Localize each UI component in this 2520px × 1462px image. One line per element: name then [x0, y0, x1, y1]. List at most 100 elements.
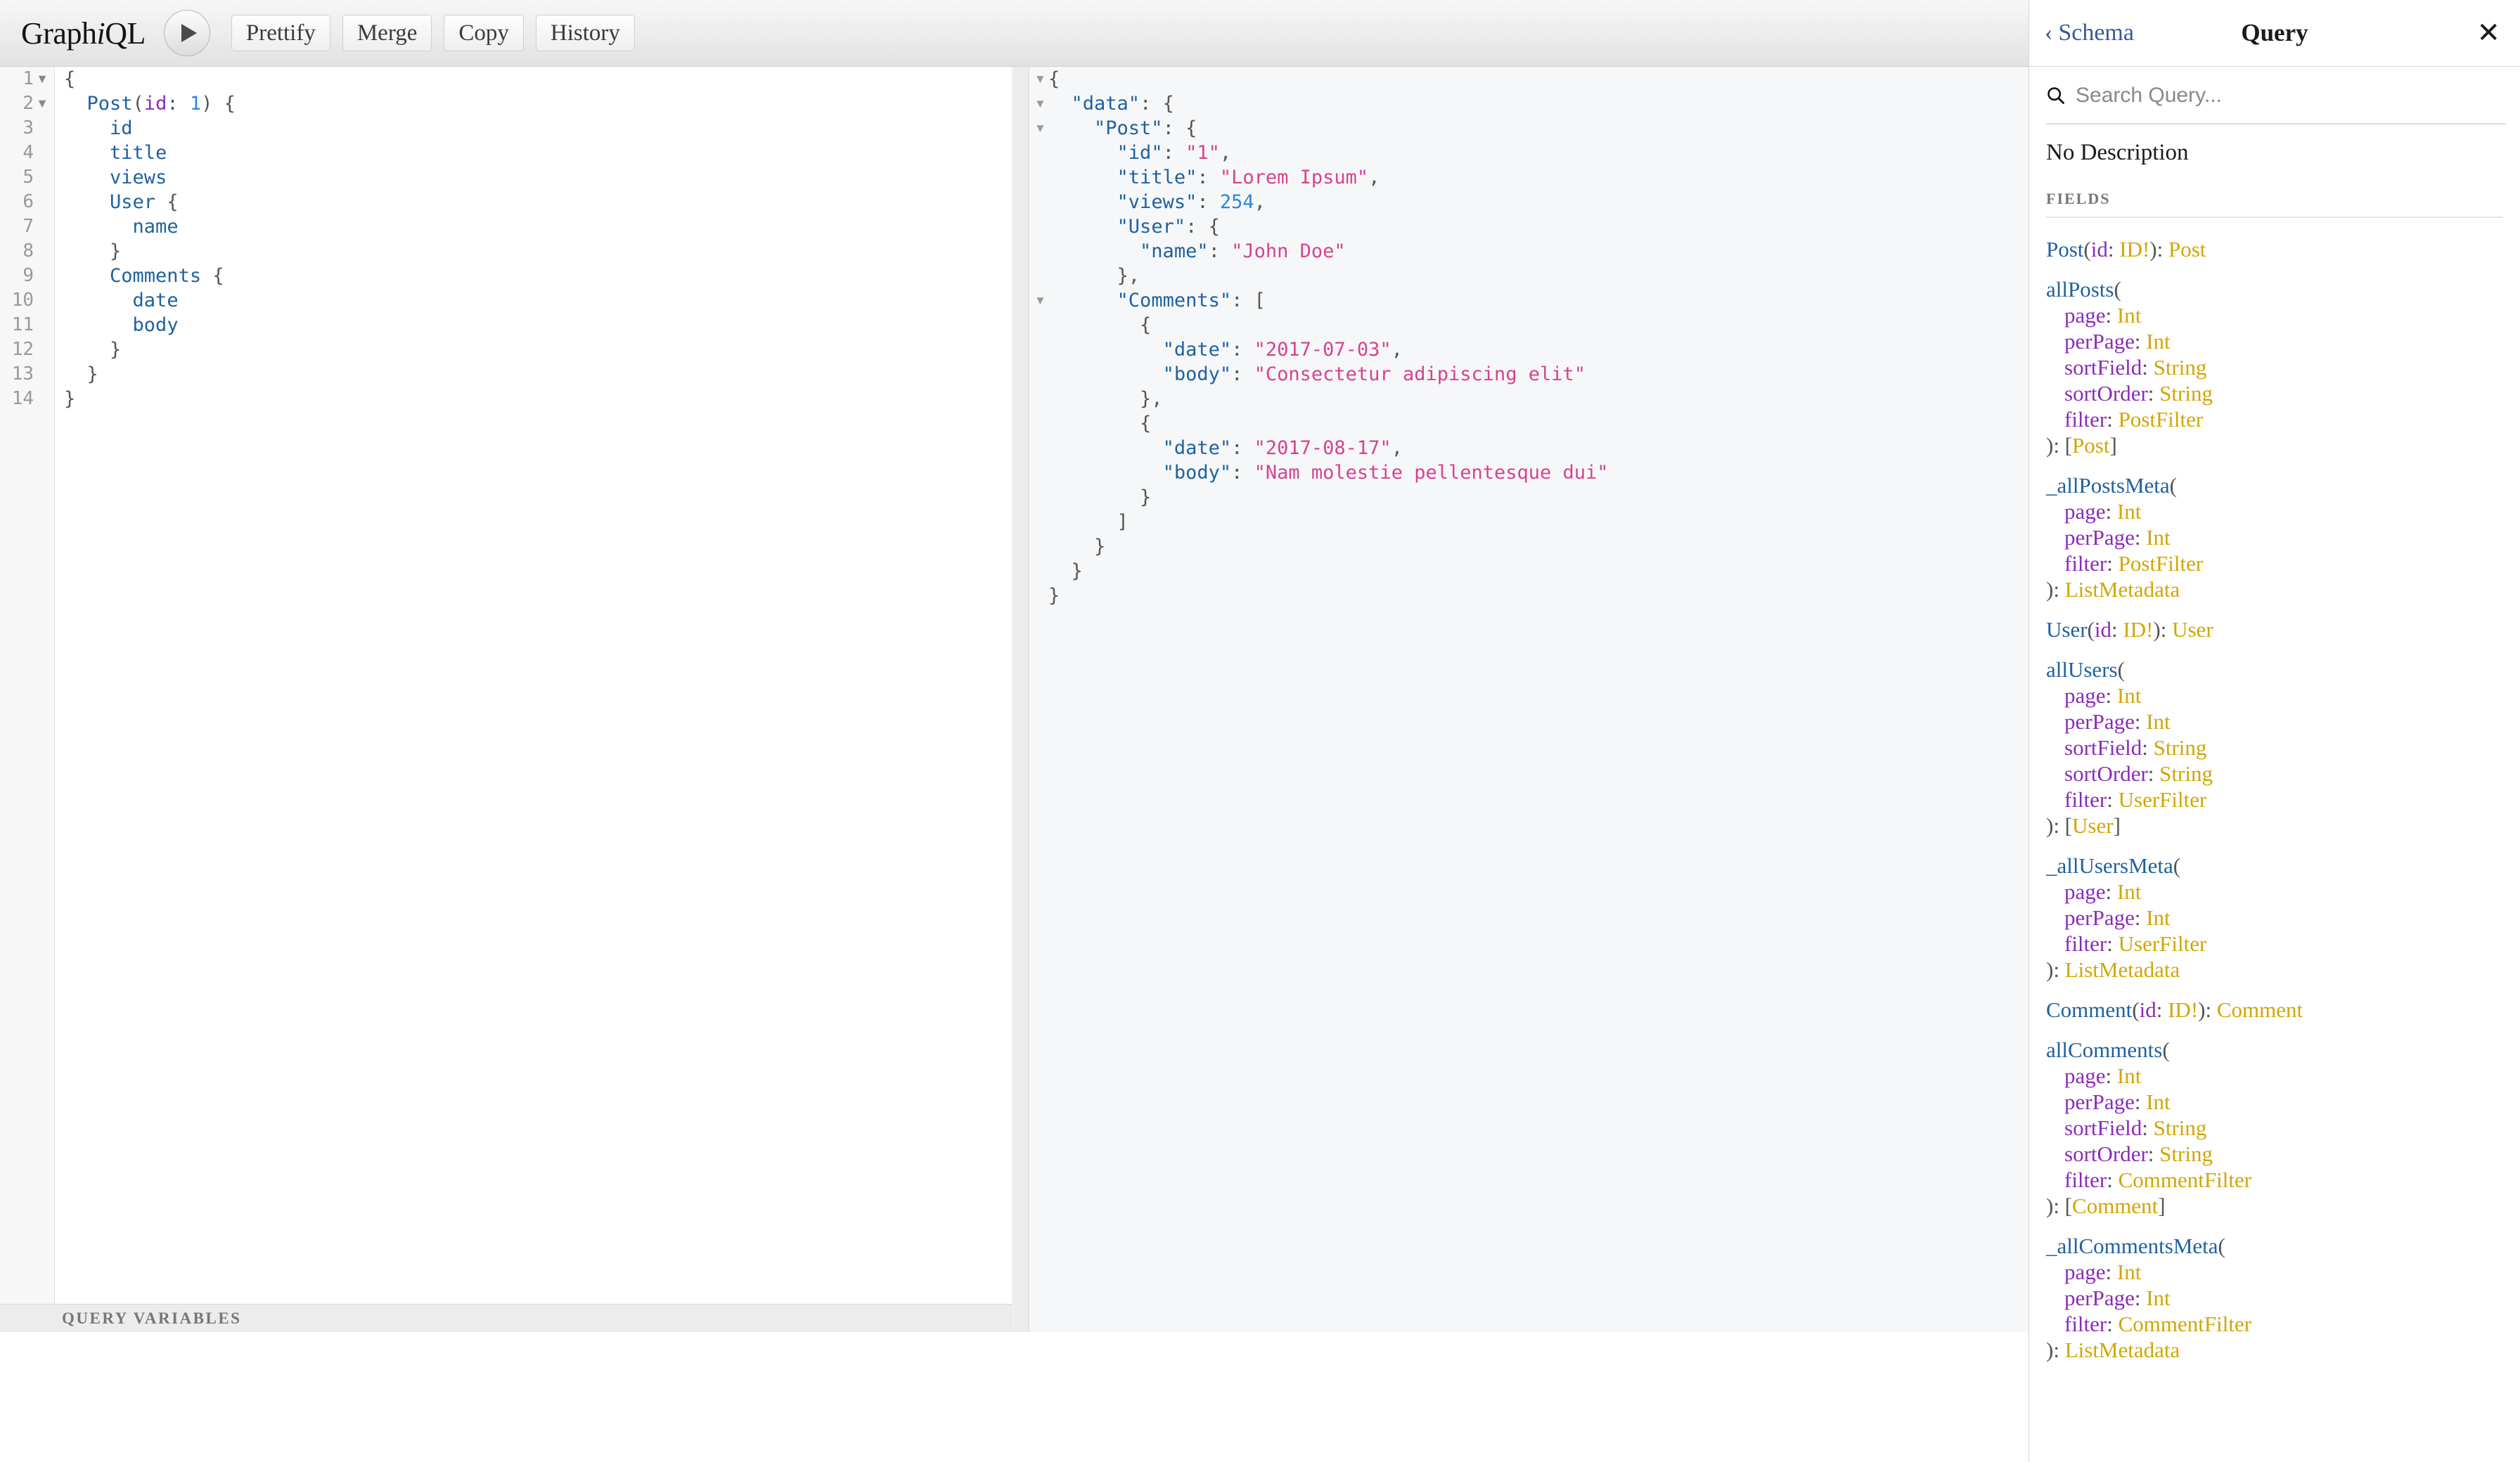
query-variables-bar[interactable]: QUERY VARIABLES — [0, 1304, 1012, 1332]
field-argument[interactable]: page: Int — [2064, 683, 2503, 709]
prettify-button[interactable]: Prettify — [231, 15, 330, 51]
token-field: User — [110, 191, 156, 213]
field-signature[interactable]: allUsers( — [2046, 656, 2503, 683]
field-arguments: page: Int perPage: Int sortField: String so… — [2046, 1063, 2503, 1193]
line-number: 3 — [22, 117, 34, 138]
pane-splitter[interactable] — [1013, 67, 1029, 1332]
merge-button[interactable]: Merge — [342, 15, 432, 51]
field-signature[interactable]: allComments( — [2046, 1037, 2503, 1063]
field-argument[interactable]: sortField: String — [2064, 354, 2503, 380]
token-key: "Comments" — [1117, 290, 1232, 311]
token-type: Post — [2072, 433, 2110, 458]
token-key: "name" — [1140, 240, 1209, 262]
field-argument[interactable]: perPage: Int — [2064, 1089, 2503, 1115]
field-argument[interactable]: perPage: Int — [2064, 524, 2503, 550]
field-argument[interactable]: filter: CommentFilter — [2064, 1311, 2503, 1337]
token-punc: : { — [1162, 117, 1197, 139]
fold-triangle-icon[interactable]: ▼ — [1034, 288, 1046, 313]
field-argument[interactable]: filter: UserFilter — [2064, 787, 2503, 813]
field-argument[interactable]: perPage: Int — [2064, 709, 2503, 735]
field-signature[interactable]: Post(id: ID!): Post — [2046, 236, 2503, 262]
token-arg: filter — [2064, 931, 2107, 956]
result-line: "name": "John Doe" — [1048, 239, 1609, 264]
token-arg: sortOrder — [2064, 1141, 2148, 1166]
token-arg: filter — [2064, 787, 2107, 812]
line-number: 9 — [22, 265, 34, 286]
query-editor-pane: 1▼2▼3▼4▼5▼6▼7▼8▼9▼10▼11▼12▼13▼14▼ { Post… — [0, 67, 1012, 1332]
token-arg: page — [2064, 303, 2106, 328]
field-argument[interactable]: filter: PostFilter — [2064, 550, 2503, 576]
field-return-type[interactable]: ): ListMetadata — [2046, 1337, 2503, 1363]
field-signature[interactable]: User(id: ID!): User — [2046, 616, 2503, 642]
field-argument[interactable]: sortField: String — [2064, 735, 2503, 761]
copy-button[interactable]: Copy — [444, 15, 524, 51]
code-line: } — [64, 337, 236, 362]
field-entry: allComments(page: Int perPage: Int sortFie… — [2046, 1037, 2503, 1219]
fold-triangle-icon[interactable]: ▼ — [36, 67, 49, 91]
token-punc: ): [ — [2046, 433, 2073, 458]
token-punc: ): — [2149, 237, 2168, 261]
field-argument[interactable]: filter: CommentFilter — [2064, 1167, 2503, 1193]
token-punc: { — [201, 265, 224, 287]
field-signature[interactable]: _allUsersMeta( — [2046, 853, 2503, 879]
field-return-type[interactable]: ): [User] — [2046, 813, 2503, 839]
fold-triangle-icon[interactable]: ▼ — [1034, 91, 1046, 116]
field-argument[interactable]: page: Int — [2064, 879, 2503, 905]
field-argument[interactable]: perPage: Int — [2064, 1285, 2503, 1311]
token-type: Post — [2168, 237, 2206, 261]
gutter-row: 11▼ — [0, 313, 54, 337]
field-entry: _allPostsMeta(page: Int perPage: Int filte… — [2046, 472, 2503, 602]
field-return-type[interactable]: ): ListMetadata — [2046, 576, 2503, 602]
logo-i: i — [96, 15, 105, 51]
field-argument[interactable]: perPage: Int — [2064, 328, 2503, 354]
token-key: "title" — [1117, 167, 1197, 188]
field-return-type[interactable]: ): [Comment] — [2046, 1193, 2503, 1219]
field-entry: Comment(id: ID!): Comment — [2046, 997, 2503, 1023]
field-signature[interactable]: _allPostsMeta( — [2046, 472, 2503, 498]
history-button[interactable]: History — [535, 15, 635, 51]
execute-query-button[interactable] — [163, 10, 210, 56]
token-type: String — [2153, 355, 2207, 380]
token-punc: : — [1197, 167, 1220, 188]
close-icon[interactable]: ✕ — [2476, 19, 2500, 47]
field-argument[interactable]: sortOrder: String — [2064, 380, 2503, 406]
field-return-type[interactable]: ): [Post] — [2046, 432, 2503, 458]
field-argument[interactable]: page: Int — [2064, 1063, 2503, 1089]
field-argument[interactable]: sortOrder: String — [2064, 761, 2503, 787]
token-arg: filter — [2064, 1312, 2107, 1336]
token-punc: ( — [2087, 617, 2095, 642]
field-argument[interactable]: page: Int — [2064, 498, 2503, 524]
token-name: Comment — [2046, 997, 2133, 1022]
field-signature[interactable]: _allCommentsMeta( — [2046, 1233, 2503, 1259]
search-input[interactable] — [2076, 84, 2469, 108]
field-signature[interactable]: Comment(id: ID!): Comment — [2046, 997, 2503, 1023]
field-argument[interactable]: sortField: String — [2064, 1115, 2503, 1141]
token-punc: : — [2105, 683, 2117, 708]
fold-spacer: ▼ — [36, 313, 49, 337]
field-argument[interactable]: page: Int — [2064, 1259, 2503, 1285]
fold-triangle-icon[interactable]: ▼ — [1034, 67, 1046, 91]
query-editor-code[interactable]: { Post(id: 1) { id title views User { na… — [56, 67, 236, 411]
token-arg: id — [2139, 997, 2156, 1022]
field-signature[interactable]: allPosts( — [2046, 276, 2503, 302]
query-editor[interactable]: 1▼2▼3▼4▼5▼6▼7▼8▼9▼10▼11▼12▼13▼14▼ { Post… — [0, 67, 1012, 1304]
field-argument[interactable]: page: Int — [2064, 302, 2503, 328]
field-argument[interactable]: filter: PostFilter — [2064, 406, 2503, 432]
fold-triangle-icon[interactable]: ▼ — [1034, 116, 1046, 141]
code-line: } — [64, 362, 236, 387]
field-return-type[interactable]: ): ListMetadata — [2046, 957, 2503, 983]
field-argument[interactable]: sortOrder: String — [2064, 1141, 2503, 1167]
fold-triangle-icon[interactable]: ▼ — [36, 91, 49, 116]
field-argument[interactable]: perPage: Int — [2064, 905, 2503, 931]
field-argument[interactable]: filter: UserFilter — [2064, 931, 2503, 957]
query-variables-label: QUERY VARIABLES — [62, 1309, 242, 1327]
code-line: Post(id: 1) { — [64, 91, 236, 116]
fold-spacer: ▼ — [36, 288, 49, 313]
code-line: body — [64, 313, 236, 337]
